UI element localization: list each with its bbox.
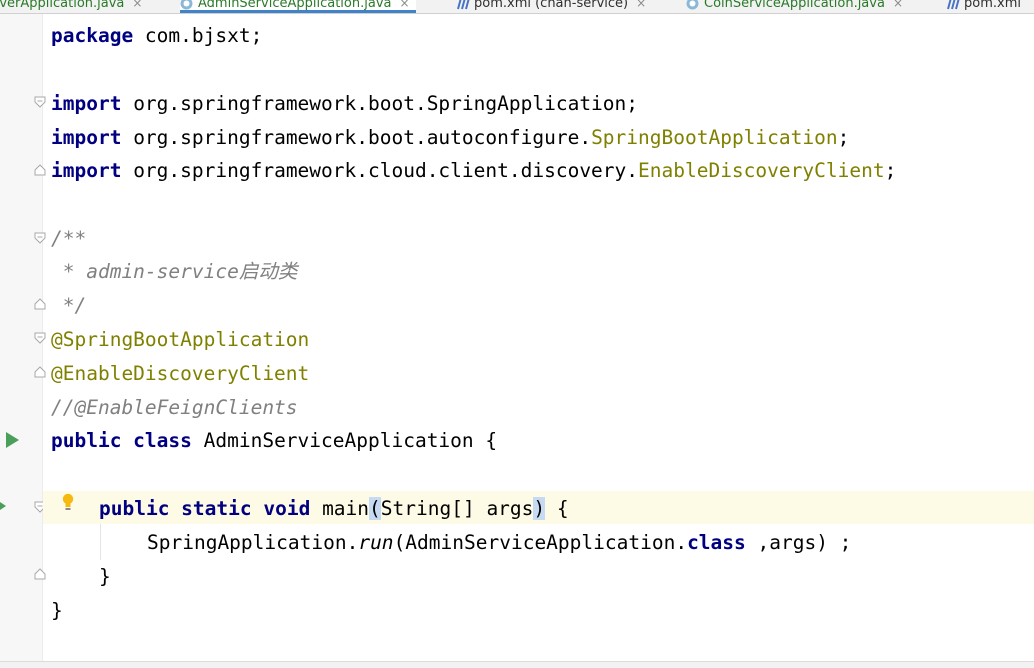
code-line-annotation-springboot: @SpringBootApplication	[51, 328, 310, 351]
close-icon[interactable]: ×	[636, 0, 646, 10]
run-main-icon[interactable]	[0, 502, 6, 510]
java-class-icon	[180, 0, 193, 10]
tab-coin-service-application[interactable]: CoinServiceApplication.java ×	[686, 0, 903, 12]
tab-label: rverApplication.java	[0, 0, 125, 11]
code-line-class-declaration: public class AdminServiceApplication {	[51, 429, 498, 452]
tab-pom-chan-service[interactable]: pom.xml (chan-service) ×	[456, 0, 646, 12]
tab-pom[interactable]: pom.xml	[946, 0, 1021, 12]
code-line-import-springbootapplication: import org.springframework.boot.autoconf…	[51, 126, 850, 149]
maven-icon	[946, 0, 960, 10]
code-line-javadoc-text: * admin-service启动类	[51, 260, 298, 283]
close-icon[interactable]: ×	[132, 0, 142, 10]
intention-bulb-icon[interactable]	[62, 493, 74, 511]
run-class-icon[interactable]	[6, 432, 19, 448]
editor-gutter	[0, 14, 46, 661]
tab-rver-application[interactable]: rverApplication.java ×	[0, 0, 142, 12]
code-line-main-method: public static void main(String[] args) {	[99, 497, 569, 520]
tab-label: AdminServiceApplication.java	[198, 0, 392, 11]
code-line-comment-feign: //@EnableFeignClients	[51, 396, 298, 419]
code-line-method-close: }	[99, 565, 111, 588]
code-line-package: package com.bjsxt;	[51, 24, 263, 47]
code-line-javadoc-open: /**	[51, 227, 87, 250]
tab-label: pom.xml	[964, 0, 1021, 11]
code-line-run-call: SpringApplication.run(AdminServiceApplic…	[147, 531, 852, 554]
code-line-class-close: }	[51, 599, 63, 622]
tab-label: pom.xml (chan-service)	[474, 0, 629, 11]
editor-tab-bar: rverApplication.java × AdminServiceAppli…	[0, 0, 1034, 14]
tab-admin-service-application[interactable]: AdminServiceApplication.java ×	[180, 0, 416, 13]
code-line-import-springapplication: import org.springframework.boot.SpringAp…	[51, 92, 639, 115]
code-line-annotation-discovery: @EnableDiscoveryClient	[51, 362, 310, 385]
code-line-javadoc-close: */	[51, 294, 87, 317]
close-icon[interactable]: ×	[399, 0, 409, 10]
code-line-import-enablediscoveryclient: import org.springframework.cloud.client.…	[51, 159, 897, 182]
close-icon[interactable]: ×	[893, 0, 903, 10]
code-editor[interactable]: package com.bjsxt; import org.springfram…	[43, 14, 1034, 661]
java-class-icon	[686, 0, 699, 10]
indent-guide	[100, 524, 101, 560]
tab-label: CoinServiceApplication.java	[704, 0, 885, 11]
maven-icon	[456, 0, 470, 10]
